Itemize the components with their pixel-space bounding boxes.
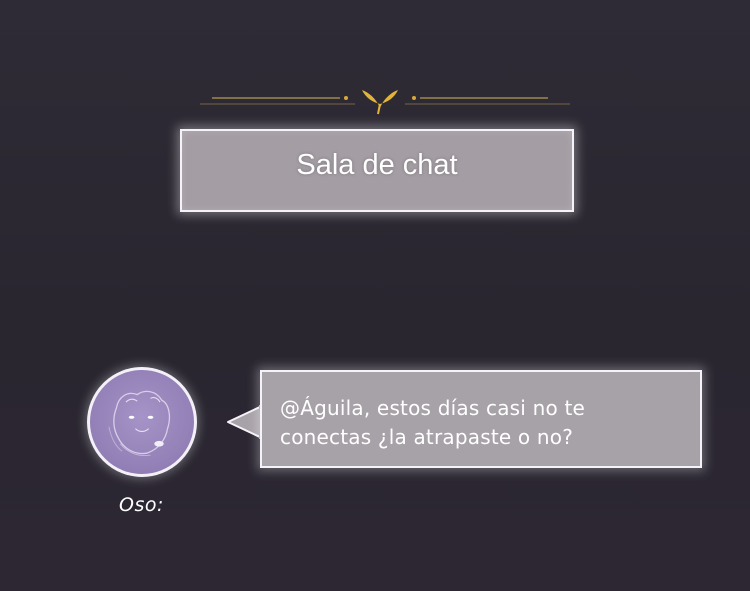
message-line: conectas ¿la atrapaste o no?	[280, 425, 574, 449]
page-title: Sala de chat	[296, 149, 458, 181]
avatar[interactable]	[87, 367, 197, 477]
message-line: @Águila, estos días casi no te	[280, 396, 586, 420]
bubble-pointer	[227, 405, 262, 439]
chat-room-title-box: Sala de chat	[180, 129, 574, 212]
chat-message-bubble: @Águila, estos días casi no te conectas …	[260, 370, 702, 468]
leaf-sprout-icon	[362, 90, 398, 115]
speaker-name: Oso:	[119, 494, 164, 516]
gold-ornament-divider	[200, 90, 570, 115]
bear-avatar-icon	[108, 390, 171, 457]
